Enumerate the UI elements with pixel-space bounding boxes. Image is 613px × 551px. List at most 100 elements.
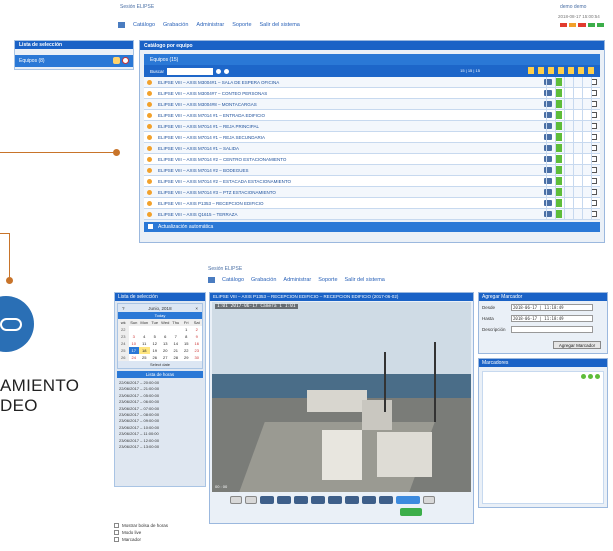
table-row[interactable]: ELIPSE VIII – AXIS M7014 #1 – ENTRADA ED… xyxy=(144,110,600,121)
equipment-group[interactable]: Equipos (15) xyxy=(144,54,600,65)
table-row[interactable]: ELIPSE VIII – AXIS M7014 #2 – ESTACADA E… xyxy=(144,176,600,187)
calendar-day[interactable]: 18 xyxy=(139,347,150,354)
calendar-day[interactable] xyxy=(171,326,182,333)
rewind-button[interactable] xyxy=(277,496,291,504)
speed-button[interactable] xyxy=(396,496,420,504)
expand-icon[interactable] xyxy=(147,80,152,85)
calendar-day[interactable]: 1 xyxy=(181,326,192,333)
expand-icon[interactable] xyxy=(147,135,152,140)
add-marker-button[interactable]: Agregar Marcador xyxy=(553,341,601,349)
expand-icon[interactable] xyxy=(147,146,152,151)
nav-recording[interactable]: Grabación xyxy=(251,277,276,283)
calendar-day[interactable]: 26 xyxy=(150,354,161,361)
nav-catalog[interactable]: Catálogo xyxy=(133,22,155,28)
option-live[interactable]: Modo live xyxy=(114,529,168,536)
select-date[interactable]: Select date xyxy=(118,361,202,368)
table-row[interactable]: ELIPSE VIII – AXIS P1353 – RECEPCION EDI… xyxy=(144,198,600,209)
table-row[interactable]: ELIPSE VIII – AXIS M7014 #2 – CENTRO EST… xyxy=(144,154,600,165)
list-item[interactable]: 23/06/2017 – 13:00:00 xyxy=(119,444,203,450)
home-icon[interactable] xyxy=(208,277,215,283)
table-row[interactable]: ELIPSE VIII – AXIS Q1615 – TERRAZA xyxy=(144,209,600,220)
fullscreen-button[interactable] xyxy=(423,496,435,504)
calendar-day[interactable]: 13 xyxy=(160,340,171,347)
calendar-day[interactable]: 15 xyxy=(181,340,192,347)
calendar-day[interactable]: 8 xyxy=(181,333,192,340)
option-checkbox[interactable] xyxy=(114,523,119,528)
calendar-day[interactable] xyxy=(139,326,150,333)
calendar-day[interactable]: 27 xyxy=(160,354,171,361)
auto-update-checkbox[interactable] xyxy=(148,224,153,229)
calendar-day[interactable]: 30 xyxy=(192,354,203,361)
calendar-day[interactable]: 25 xyxy=(139,354,150,361)
calendar-day[interactable]: 28 xyxy=(171,354,182,361)
expand-icon[interactable] xyxy=(147,91,152,96)
calendar-day[interactable]: 5 xyxy=(150,333,161,340)
calendar-day[interactable]: 14 xyxy=(171,340,182,347)
expand-icon[interactable] xyxy=(147,212,152,217)
calendar-day[interactable] xyxy=(160,326,171,333)
expand-icon[interactable] xyxy=(147,157,152,162)
nav-support[interactable]: Soporte xyxy=(232,22,251,28)
expand-icon[interactable] xyxy=(147,201,152,206)
rewind-fast-button[interactable] xyxy=(260,496,274,504)
zoom-button[interactable] xyxy=(245,496,257,504)
calendar-day[interactable]: 9 xyxy=(192,333,203,340)
nav-admin[interactable]: Administrar xyxy=(283,277,311,283)
calendar-day[interactable]: 16 xyxy=(192,340,203,347)
marker-refresh-icon[interactable] xyxy=(595,374,600,379)
table-row[interactable]: ELIPSE VIII – AXIS M7014 #2 – BODEGUES xyxy=(144,165,600,176)
expand-icon[interactable] xyxy=(147,124,152,129)
from-input[interactable]: 2018-06-17 | 11:18:49 xyxy=(511,304,593,311)
table-row[interactable]: ELIPSE VIII – AXIS M7014 #1 – REJA PRINC… xyxy=(144,121,600,132)
table-row[interactable]: ELIPSE VIII – AXIS M3004#7 – CONTEO PERS… xyxy=(144,88,600,99)
calendar-day[interactable]: 3 xyxy=(129,333,140,340)
snapshot-button[interactable] xyxy=(230,496,242,504)
calendar-day[interactable]: 29 xyxy=(181,354,192,361)
option-checkbox[interactable] xyxy=(114,530,119,535)
nav-logout[interactable]: Salir del sistema xyxy=(345,277,385,283)
table-row[interactable]: ELIPSE VIII – AXIS M3004#1 – SALA DE ESP… xyxy=(144,77,600,88)
option-checkbox[interactable] xyxy=(114,537,119,542)
calendar-day[interactable] xyxy=(150,326,161,333)
prev-month-icon[interactable]: ? xyxy=(122,306,125,311)
video-frame[interactable]: 1:01 2017-06-17 Camera 1 1:01 00 : 00 xyxy=(212,302,471,492)
user-name[interactable]: demo demo xyxy=(560,4,586,10)
nav-catalog[interactable]: Catálogo xyxy=(222,277,244,283)
nav-recording[interactable]: Grabación xyxy=(163,22,188,28)
desc-input[interactable] xyxy=(511,326,593,333)
calendar-day[interactable]: 6 xyxy=(160,333,171,340)
calendar-day[interactable]: 12 xyxy=(150,340,161,347)
refresh-icon[interactable] xyxy=(122,57,129,64)
clear-icon[interactable] xyxy=(224,68,230,74)
calendar-day[interactable]: 2 xyxy=(192,326,203,333)
expand-icon[interactable] xyxy=(147,113,152,118)
step-forward-button[interactable] xyxy=(345,496,359,504)
table-row[interactable]: ELIPSE VIII – AXIS M7014 #3 – PTZ ESTACI… xyxy=(144,187,600,198)
expand-icon[interactable] xyxy=(147,102,152,107)
binoculars-icon[interactable] xyxy=(113,57,120,64)
calendar-day[interactable]: 7 xyxy=(171,333,182,340)
forward-button[interactable] xyxy=(362,496,376,504)
calendar-day[interactable]: 22 xyxy=(181,347,192,354)
next-month-icon[interactable]: × xyxy=(195,306,198,311)
calendar-day[interactable]: 24 xyxy=(129,354,140,361)
expand-icon[interactable] xyxy=(147,168,152,173)
calendar-day[interactable] xyxy=(129,326,140,333)
calendar-day[interactable]: 17 xyxy=(128,347,139,354)
option-show-hours[interactable]: Mostrar bolsa de horas xyxy=(114,522,168,529)
selection-item-equipment[interactable]: Equipos (8) xyxy=(15,55,133,67)
nav-admin[interactable]: Administrar xyxy=(196,22,224,28)
calendar-day[interactable]: 11 xyxy=(139,340,150,347)
nav-support[interactable]: Soporte xyxy=(318,277,337,283)
table-row[interactable]: ELIPSE VIII – AXIS M7014 #1 – REJA SECUN… xyxy=(144,132,600,143)
forward-fast-button[interactable] xyxy=(379,496,393,504)
search-icon[interactable] xyxy=(216,68,222,74)
calendar-today[interactable]: Today xyxy=(118,312,202,319)
marker-add-icon[interactable] xyxy=(581,374,586,379)
auto-update-toggle[interactable]: Actualización automática xyxy=(144,222,600,232)
to-input[interactable]: 2018-06-17 | 11:18:49 xyxy=(511,315,593,322)
home-icon[interactable] xyxy=(118,22,125,28)
table-row[interactable]: ELIPSE VIII – AXIS M3004#8 – MONTACARGAS xyxy=(144,99,600,110)
pause-button[interactable] xyxy=(311,496,325,504)
expand-icon[interactable] xyxy=(147,179,152,184)
